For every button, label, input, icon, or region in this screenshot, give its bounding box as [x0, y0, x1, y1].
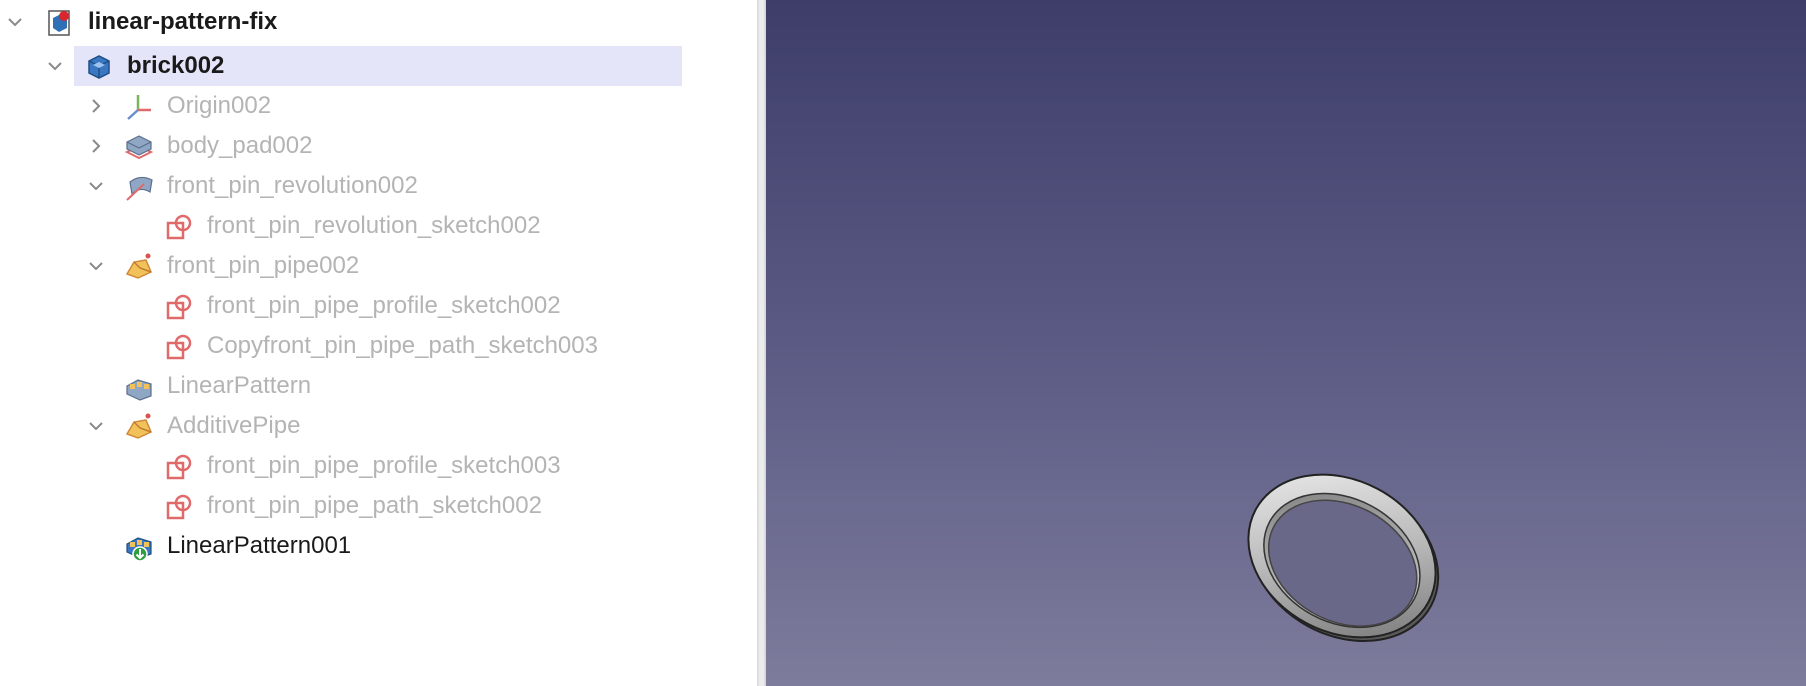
linear-pattern-tip-icon [126, 537, 152, 562]
chevron-down-icon[interactable] [86, 256, 106, 276]
tree-item-sketch[interactable]: front_pin_pipe_path_sketch002 [0, 486, 757, 526]
additive-pipe-icon [124, 252, 154, 282]
tree-item-origin[interactable]: Origin002 [0, 86, 757, 126]
tree-item-pad[interactable]: body_pad002 [0, 126, 757, 166]
tree-item-label: LinearPattern [167, 372, 312, 399]
revolution-icon [126, 176, 153, 201]
tree-item-sketch[interactable]: front_pin_pipe_profile_sketch002 [0, 286, 757, 326]
tree-item-label: LinearPattern001 [167, 532, 352, 559]
tree-item-label: Origin002 [167, 92, 272, 119]
chevron-down-icon[interactable] [5, 12, 25, 32]
tree-item-label: front_pin_pipe_profile_sketch003 [207, 452, 561, 479]
tree-item-label: front_pin_pipe002 [167, 252, 360, 279]
tree-item-sketch[interactable]: front_pin_pipe_profile_sketch003 [0, 446, 757, 486]
tree-item-label: Copyfront_pin_pipe_path_sketch003 [207, 332, 598, 359]
tree-item-revolution[interactable]: front_pin_revolution002 [0, 166, 757, 206]
document-icon [48, 10, 70, 36]
chevron-right-icon[interactable] [86, 96, 106, 116]
tree-item-body[interactable]: brick002 [0, 46, 757, 86]
origin-axes-icon [127, 95, 151, 120]
tree-item-label: front_pin_pipe_path_sketch002 [207, 492, 542, 519]
sketch-icon [164, 452, 194, 482]
sketch-icon [164, 332, 194, 362]
tree-item-linear-pattern-tip[interactable]: LinearPattern001 [0, 526, 757, 566]
tree-item-label: front_pin_revolution_sketch002 [207, 212, 541, 239]
linear-pattern-icon [126, 379, 152, 401]
tree-item-pipe[interactable]: AdditivePipe [0, 406, 757, 446]
tree-item-label: front_pin_pipe_profile_sketch002 [207, 292, 561, 319]
tree-item-document[interactable]: linear-pattern-fix [0, 2, 757, 42]
tree-item-label: brick002 [127, 52, 225, 79]
chevron-down-icon[interactable] [45, 56, 65, 76]
ring-model[interactable] [1232, 456, 1452, 656]
tree-item-label: linear-pattern-fix [88, 8, 278, 35]
chevron-down-icon[interactable] [86, 176, 106, 196]
chevron-right-icon[interactable] [86, 136, 106, 156]
tree-item-pipe[interactable]: front_pin_pipe002 [0, 246, 757, 286]
tree-item-label: AdditivePipe [167, 412, 301, 439]
sketch-icon [164, 292, 194, 322]
pad-icon [124, 135, 154, 160]
tree-item-linear-pattern[interactable]: LinearPattern [0, 366, 757, 406]
sketch-icon [164, 212, 194, 242]
sketch-icon [164, 492, 194, 522]
tree-item-sketch[interactable]: Copyfront_pin_pipe_path_sketch003 [0, 326, 757, 366]
panel-splitter[interactable] [757, 0, 766, 686]
model-tree-panel: linear-pattern-fix brick002 Origin002 bo… [0, 0, 757, 686]
tree-item-label: front_pin_revolution002 [167, 172, 418, 199]
tree-item-label: body_pad002 [167, 132, 313, 159]
tree-item-sketch[interactable]: front_pin_revolution_sketch002 [0, 206, 757, 246]
chevron-down-icon[interactable] [86, 416, 106, 436]
additive-pipe-icon [124, 412, 154, 442]
body-icon [88, 55, 110, 79]
